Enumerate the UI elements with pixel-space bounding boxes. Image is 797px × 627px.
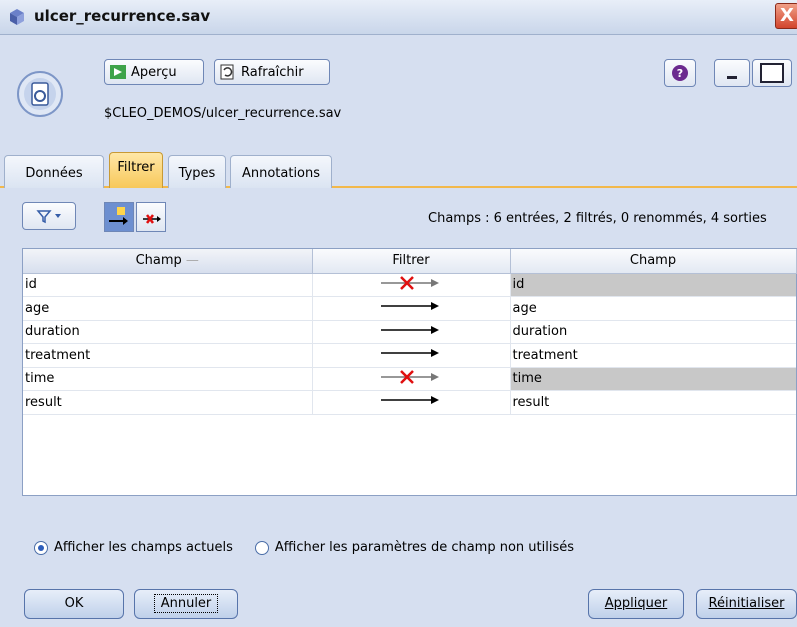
- filter-panel: Champs : 6 entrées, 2 filtrés, 0 renommé…: [0, 190, 797, 627]
- tab-annotations[interactable]: Annotations: [230, 155, 332, 188]
- minimize-icon: [727, 76, 737, 79]
- file-path: $CLEO_DEMOS/ulcer_recurrence.sav: [104, 106, 342, 121]
- tab-filtrer[interactable]: Filtrer: [109, 152, 163, 188]
- tab-donnees[interactable]: Données: [4, 155, 104, 188]
- help-icon: ?: [672, 65, 688, 81]
- radio-current-fields-label: Afficher les champs actuels: [54, 540, 233, 555]
- filter-toggle-cell[interactable]: [311, 367, 511, 391]
- table-row[interactable]: treatment treatment: [23, 343, 796, 368]
- input-field-cell[interactable]: time: [23, 367, 312, 391]
- include-arrow-icon: [109, 207, 128, 225]
- display-options: Afficher les champs actuels Afficher les…: [34, 540, 574, 555]
- title-bar[interactable]: ulcer_recurrence.sav X: [0, 0, 797, 35]
- column-header-label: Champ: [135, 253, 182, 269]
- help-glyph: ?: [677, 67, 683, 80]
- minimize-button[interactable]: [714, 59, 750, 87]
- input-field-cell[interactable]: id: [23, 273, 312, 297]
- field-summary: Champs : 6 entrées, 2 filtrés, 0 renommé…: [428, 211, 767, 226]
- tab-bar: Données Filtrer Types Annotations: [0, 148, 797, 188]
- filter-pass-arrow-icon: [381, 325, 439, 334]
- ok-button[interactable]: OK: [24, 589, 124, 619]
- maximize-icon: [760, 63, 784, 83]
- input-field-cell[interactable]: duration: [23, 320, 312, 344]
- window-title: ulcer_recurrence.sav: [34, 7, 211, 25]
- sort-indicator-icon: —: [185, 253, 199, 269]
- table-row[interactable]: time time: [23, 367, 796, 391]
- filter-toggle-cell[interactable]: [311, 390, 511, 415]
- table-row[interactable]: duration duration: [23, 320, 796, 344]
- output-field-cell[interactable]: treatment: [510, 343, 796, 368]
- chevron-down-icon: [55, 214, 61, 218]
- filter-pass-arrow-icon: [381, 396, 439, 405]
- file-node-icon: [17, 71, 63, 117]
- exclude-fields-button[interactable]: [136, 202, 166, 232]
- funnel-icon: [36, 210, 52, 224]
- table-header-row: Champ — Filtrer Champ: [23, 249, 797, 274]
- column-header-output-field[interactable]: Champ: [510, 249, 797, 274]
- table-row[interactable]: age age: [23, 296, 796, 321]
- cancel-label: Annuler: [153, 594, 219, 613]
- input-field-cell[interactable]: treatment: [23, 343, 312, 368]
- preview-button[interactable]: Aperçu: [104, 59, 204, 85]
- column-header-input-field[interactable]: Champ —: [23, 249, 313, 274]
- radio-current-fields[interactable]: Afficher les champs actuels: [34, 540, 233, 555]
- cancel-button[interactable]: Annuler: [134, 589, 238, 619]
- apply-button[interactable]: Appliquer: [588, 589, 684, 619]
- preview-label: Aperçu: [131, 64, 177, 80]
- filter-toggle-cell[interactable]: [311, 296, 511, 321]
- filter-options-dropdown[interactable]: [22, 202, 76, 230]
- filter-excluded-arrow-icon: [381, 369, 439, 384]
- tab-types[interactable]: Types: [168, 155, 226, 188]
- refresh-button[interactable]: Rafraîchir: [214, 59, 330, 85]
- radio-unused-settings-dot[interactable]: [254, 540, 269, 555]
- table-body: id id age age duration duration treatment treat…: [23, 273, 796, 415]
- output-field-cell[interactable]: id: [510, 273, 796, 297]
- radio-unused-settings[interactable]: Afficher les paramètres de champ non uti…: [254, 540, 575, 555]
- source-node-icon: [10, 9, 24, 25]
- include-fields-button[interactable]: [104, 202, 134, 232]
- reset-button[interactable]: Réinitialiser: [696, 589, 797, 619]
- column-header-filter[interactable]: Filtrer: [312, 249, 511, 274]
- filter-grid: Champ — Filtrer Champ id id age age duration…: [23, 249, 797, 415]
- dialog-window: ulcer_recurrence.sav X Aperçu Rafraîchir…: [0, 0, 797, 627]
- filter-pass-arrow-icon: [381, 349, 439, 358]
- filter-toggle-cell[interactable]: [311, 343, 511, 368]
- close-button[interactable]: X: [775, 3, 797, 29]
- exclude-arrow-icon: [143, 214, 161, 224]
- filter-excluded-arrow-icon: [381, 275, 439, 290]
- table-row[interactable]: result result: [23, 390, 796, 415]
- refresh-label: Rafraîchir: [241, 64, 304, 80]
- maximize-button[interactable]: [752, 59, 792, 87]
- preview-icon: [110, 65, 126, 79]
- radio-unused-settings-label: Afficher les paramètres de champ non uti…: [274, 540, 575, 555]
- filter-toggle-cell[interactable]: [311, 320, 511, 344]
- output-field-cell[interactable]: time: [510, 367, 796, 391]
- radio-current-fields-dot[interactable]: [34, 540, 48, 555]
- refresh-icon: [220, 64, 234, 80]
- help-button[interactable]: ?: [664, 59, 696, 87]
- output-field-cell[interactable]: result: [510, 390, 796, 415]
- table-row[interactable]: id id: [23, 273, 796, 297]
- output-field-cell[interactable]: age: [510, 296, 796, 321]
- input-field-cell[interactable]: result: [23, 390, 312, 415]
- output-field-cell[interactable]: duration: [510, 320, 796, 344]
- filter-table: Champ — Filtrer Champ id id age age duration…: [22, 248, 797, 496]
- filter-pass-arrow-icon: [381, 302, 439, 311]
- filter-toggle-cell[interactable]: [311, 273, 511, 297]
- input-field-cell[interactable]: age: [23, 296, 312, 321]
